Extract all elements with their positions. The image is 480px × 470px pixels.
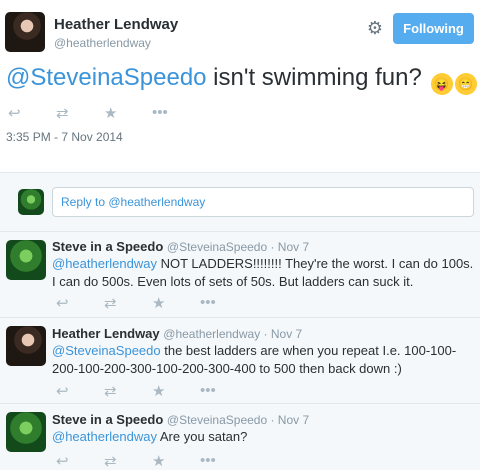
avatar[interactable] xyxy=(6,326,46,366)
reply-author: Steve in a Speedo @SteveinaSpeedo · Nov … xyxy=(52,239,309,254)
avatar xyxy=(18,189,44,215)
mention-link[interactable]: @heatherlendway xyxy=(52,256,157,271)
reply-author: Heather Lendway @heatherlendway · Nov 7 xyxy=(52,326,302,341)
retweet-icon[interactable]: ⇄ xyxy=(104,452,152,470)
favorite-icon[interactable]: ★ xyxy=(104,104,152,122)
reply-icon[interactable]: ↩ xyxy=(56,294,104,312)
more-icon[interactable]: ••• xyxy=(200,294,248,312)
reply-text: @heatherlendway Are you satan? xyxy=(52,428,476,446)
author-handle[interactable]: @SteveinaSpeedo · Nov 7 xyxy=(167,240,309,254)
retweet-icon[interactable]: ⇄ xyxy=(104,382,152,400)
reply-actions: ↩ ⇄ ★ ••• xyxy=(56,382,248,400)
reply-text: @SteveinaSpeedo the best ladders are whe… xyxy=(52,342,476,378)
more-icon[interactable]: ••• xyxy=(200,452,248,470)
avatar[interactable] xyxy=(6,240,46,280)
favorite-icon[interactable]: ★ xyxy=(152,382,200,400)
retweet-icon[interactable]: ⇄ xyxy=(56,104,104,122)
author-name[interactable]: Steve in a Speedo xyxy=(52,239,163,254)
author-handle[interactable]: @heatherlendway · Nov 7 xyxy=(163,327,302,341)
tweet-actions: ↩ ⇄ ★ ••• xyxy=(8,104,200,122)
retweet-icon[interactable]: ⇄ xyxy=(104,294,152,312)
tweet-body: isn't swimming fun? xyxy=(206,64,422,91)
reply-icon[interactable]: ↩ xyxy=(56,382,104,400)
avatar[interactable] xyxy=(6,412,46,452)
mention-link[interactable]: @SteveinaSpeedo xyxy=(6,64,207,91)
reply-text: @heatherlendway NOT LADDERS!!!!!!!! They… xyxy=(52,255,476,291)
following-button[interactable]: Following xyxy=(393,13,474,44)
list-item[interactable]: Steve in a Speedo @SteveinaSpeedo · Nov … xyxy=(0,232,480,318)
timestamp[interactable]: 3:35 PM - 7 Nov 2014 xyxy=(6,130,123,144)
favorite-icon[interactable]: ★ xyxy=(152,294,200,312)
more-icon[interactable]: ••• xyxy=(200,382,248,400)
more-icon[interactable]: ••• xyxy=(152,104,200,122)
list-item[interactable]: Steve in a Speedo @SteveinaSpeedo · Nov … xyxy=(0,404,480,470)
author-handle[interactable]: @heatherlendway xyxy=(54,36,151,50)
author-handle[interactable]: @SteveinaSpeedo · Nov 7 xyxy=(167,413,309,427)
avatar[interactable] xyxy=(5,12,45,52)
reply-body: Are you satan? xyxy=(156,429,248,444)
gear-icon[interactable]: ⚙ xyxy=(364,17,386,39)
mention-link[interactable]: @heatherlendway xyxy=(52,429,157,444)
emoji-grin-icon: 😁 xyxy=(454,73,477,95)
favorite-icon[interactable]: ★ xyxy=(152,452,200,470)
tweet-text: @SteveinaSpeedo isn't swimming fun? 😝 😁 xyxy=(6,64,477,95)
main-tweet: Heather Lendway @heatherlendway ⚙ Follow… xyxy=(0,0,480,162)
reply-icon[interactable]: ↩ xyxy=(56,452,104,470)
mention-link[interactable]: @SteveinaSpeedo xyxy=(52,343,161,358)
emoji-squint-tongue-icon: 😝 xyxy=(430,73,453,95)
author-name[interactable]: Heather Lendway xyxy=(52,326,160,341)
reply-actions: ↩ ⇄ ★ ••• xyxy=(56,294,248,312)
reply-actions: ↩ ⇄ ★ ••• xyxy=(56,452,248,470)
author-name[interactable]: Steve in a Speedo xyxy=(52,412,163,427)
author-name[interactable]: Heather Lendway xyxy=(54,16,178,33)
reply-input[interactable]: Reply to @heatherlendway xyxy=(52,187,474,217)
reply-icon[interactable]: ↩ xyxy=(8,104,56,122)
reply-author: Steve in a Speedo @SteveinaSpeedo · Nov … xyxy=(52,412,309,427)
reply-bar: Reply to @heatherlendway xyxy=(0,172,480,232)
list-item[interactable]: Heather Lendway @heatherlendway · Nov 7 … xyxy=(0,318,480,404)
